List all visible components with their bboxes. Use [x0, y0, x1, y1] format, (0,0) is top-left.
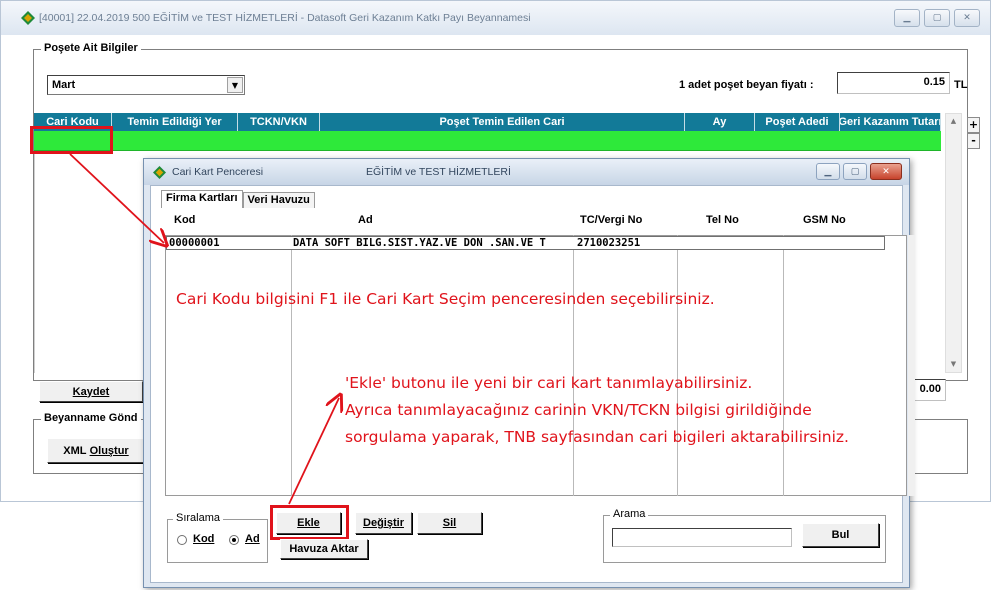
- annotation-arrows: [69, 153, 991, 505]
- arrow-to-text: [288, 398, 339, 505]
- arrow-to-list: [69, 153, 164, 243]
